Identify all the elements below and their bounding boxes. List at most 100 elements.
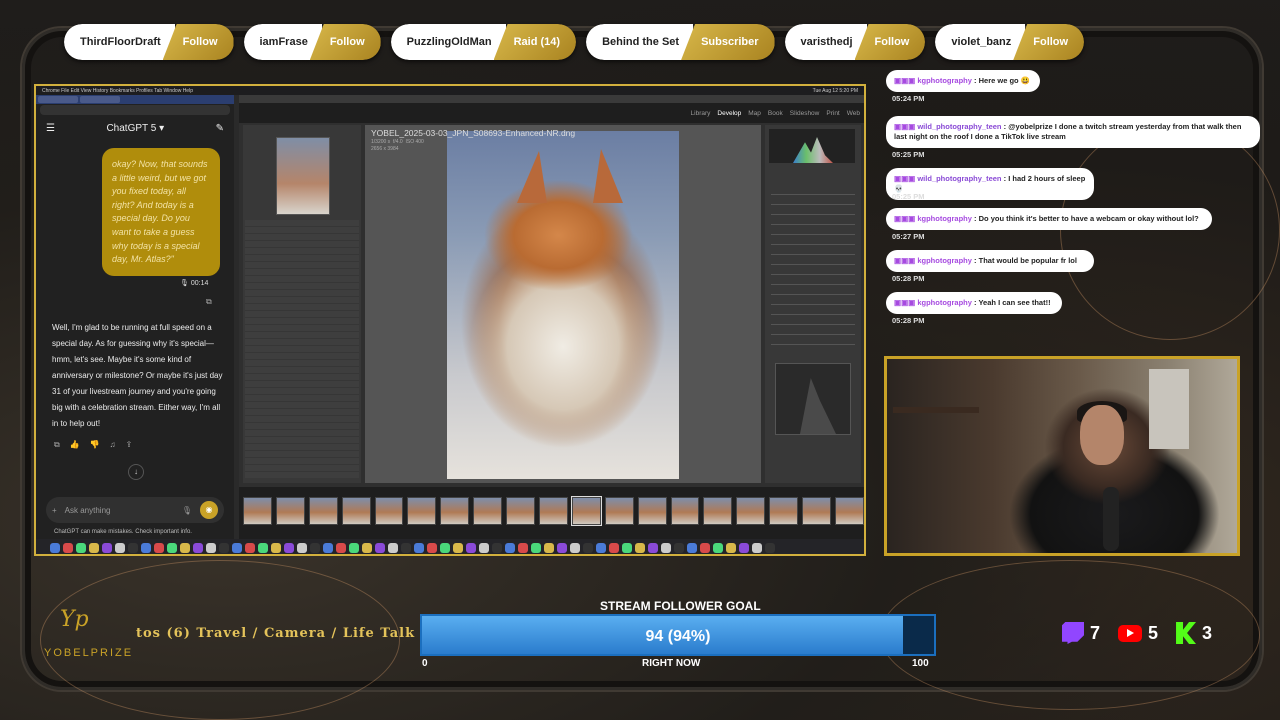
dock-app-icon[interactable] [661, 542, 671, 553]
dock-app-icon[interactable] [271, 542, 281, 553]
dock-app-icon[interactable] [206, 542, 216, 553]
dock-app-icon[interactable] [466, 542, 476, 553]
filmstrip-thumb[interactable] [637, 497, 667, 525]
filmstrip-thumb[interactable] [374, 497, 404, 525]
dock-app-icon[interactable] [765, 542, 775, 553]
dock-app-icon[interactable] [219, 542, 229, 553]
dock-app-icon[interactable] [713, 542, 723, 553]
copy-icon[interactable]: ⧉ [54, 440, 60, 450]
dock-app-icon[interactable] [89, 542, 99, 553]
filmstrip-thumb[interactable] [703, 497, 733, 525]
dock-app-icon[interactable] [518, 542, 528, 553]
dock-app-icon[interactable] [245, 542, 255, 553]
dock-app-icon[interactable] [427, 542, 437, 553]
address-bar[interactable] [40, 105, 230, 115]
module-web[interactable]: Web [847, 110, 860, 117]
module-develop[interactable]: Develop [717, 110, 741, 117]
dock-app-icon[interactable] [232, 542, 242, 553]
navigator-preview[interactable] [276, 137, 330, 215]
share-icon[interactable]: ⇪ [126, 440, 133, 450]
filmstrip-thumb[interactable] [243, 497, 272, 525]
dock-app-icon[interactable] [76, 542, 86, 553]
voice-mode-button[interactable]: ◉ [200, 501, 218, 519]
filmstrip-thumb[interactable] [539, 497, 568, 525]
module-book[interactable]: Book [768, 110, 783, 117]
dock-app-icon[interactable] [700, 542, 710, 553]
dock-app-icon[interactable] [375, 542, 385, 553]
dock-app-icon[interactable] [349, 542, 359, 553]
dock-app-icon[interactable] [401, 542, 411, 553]
thumbs-up-icon[interactable]: 👍 [70, 440, 80, 450]
filmstrip-thumb[interactable] [341, 497, 371, 525]
copy-icon[interactable]: ⧉ [206, 297, 212, 307]
dock-app-icon[interactable] [635, 542, 645, 553]
browser-tabs[interactable] [36, 95, 234, 104]
dock-app-icon[interactable] [648, 542, 658, 553]
dock-app-icon[interactable] [726, 542, 736, 553]
dock-app-icon[interactable] [752, 542, 762, 553]
module-library[interactable]: Library [691, 110, 711, 117]
new-chat-icon[interactable]: ✎ [216, 123, 224, 134]
filmstrip-thumb[interactable] [736, 497, 766, 525]
dock-app-icon[interactable] [115, 542, 125, 553]
dock-app-icon[interactable] [141, 542, 151, 553]
dock-app-icon[interactable] [193, 542, 203, 553]
dock-app-icon[interactable] [102, 542, 112, 553]
dock-app-icon[interactable] [440, 542, 450, 553]
add-icon[interactable]: + [52, 506, 57, 515]
dock-app-icon[interactable] [505, 542, 515, 553]
dock-app-icon[interactable] [687, 542, 697, 553]
sidebar-toggle-icon[interactable]: ☰ [46, 123, 55, 134]
dock-app-icon[interactable] [388, 542, 398, 553]
filmstrip-thumb[interactable] [440, 497, 470, 525]
dock-app-icon[interactable] [362, 542, 372, 553]
dock-app-icon[interactable] [323, 542, 333, 553]
module-slideshow[interactable]: Slideshow [790, 110, 820, 117]
filmstrip-thumb[interactable] [473, 497, 503, 525]
dock-app-icon[interactable] [570, 542, 580, 553]
presets-list[interactable] [245, 220, 359, 478]
filmstrip-thumb[interactable] [506, 497, 536, 525]
dock-app-icon[interactable] [336, 542, 346, 553]
model-selector[interactable]: ChatGPT 5 ▾ [106, 123, 164, 134]
dock-app-icon[interactable] [310, 542, 320, 553]
dock-app-icon[interactable] [739, 542, 749, 553]
dock-app-icon[interactable] [167, 542, 177, 553]
filmstrip-thumb[interactable] [802, 497, 832, 525]
dock-app-icon[interactable] [414, 542, 424, 553]
dock-app-icon[interactable] [50, 542, 60, 553]
thumbs-down-icon[interactable]: 👎 [90, 440, 100, 450]
module-map[interactable]: Map [748, 110, 761, 117]
dock-app-icon[interactable] [154, 542, 164, 553]
filmstrip-thumb[interactable] [604, 497, 634, 525]
dock-app-icon[interactable] [479, 542, 489, 553]
dock-app-icon[interactable] [622, 542, 632, 553]
filmstrip-thumb[interactable] [835, 497, 864, 525]
photo-canvas[interactable]: YOBEL_2025-03-03_JPN_S08693-Enhanced-NR.… [365, 125, 761, 483]
scroll-down-button[interactable]: ↓ [128, 464, 144, 480]
dock-app-icon[interactable] [596, 542, 606, 553]
dock-app-icon[interactable] [128, 542, 138, 553]
filmstrip-thumb[interactable] [308, 497, 338, 525]
filmstrip-thumb[interactable] [570, 496, 602, 526]
dock-app-icon[interactable] [544, 542, 554, 553]
adjustment-sliders[interactable] [771, 185, 855, 345]
dock-app-icon[interactable] [284, 542, 294, 553]
prompt-input[interactable]: + Ask anything 🎙 ◉ [46, 497, 224, 523]
dock-app-icon[interactable] [492, 542, 502, 553]
filmstrip-thumb[interactable] [769, 497, 799, 525]
dock-app-icon[interactable] [453, 542, 463, 553]
filmstrip-thumb[interactable] [275, 497, 305, 525]
dock-app-icon[interactable] [674, 542, 684, 553]
dock-app-icon[interactable] [557, 542, 567, 553]
dock-app-icon[interactable] [180, 542, 190, 553]
dock-app-icon[interactable] [297, 542, 307, 553]
mic-icon[interactable]: 🎙 [182, 506, 192, 515]
tone-curve[interactable] [775, 363, 851, 435]
dock-app-icon[interactable] [609, 542, 619, 553]
dock-app-icon[interactable] [63, 542, 73, 553]
read-aloud-icon[interactable]: ♫ [110, 440, 116, 450]
dock-app-icon[interactable] [583, 542, 593, 553]
dock-app-icon[interactable] [258, 542, 268, 553]
dock-app-icon[interactable] [531, 542, 541, 553]
